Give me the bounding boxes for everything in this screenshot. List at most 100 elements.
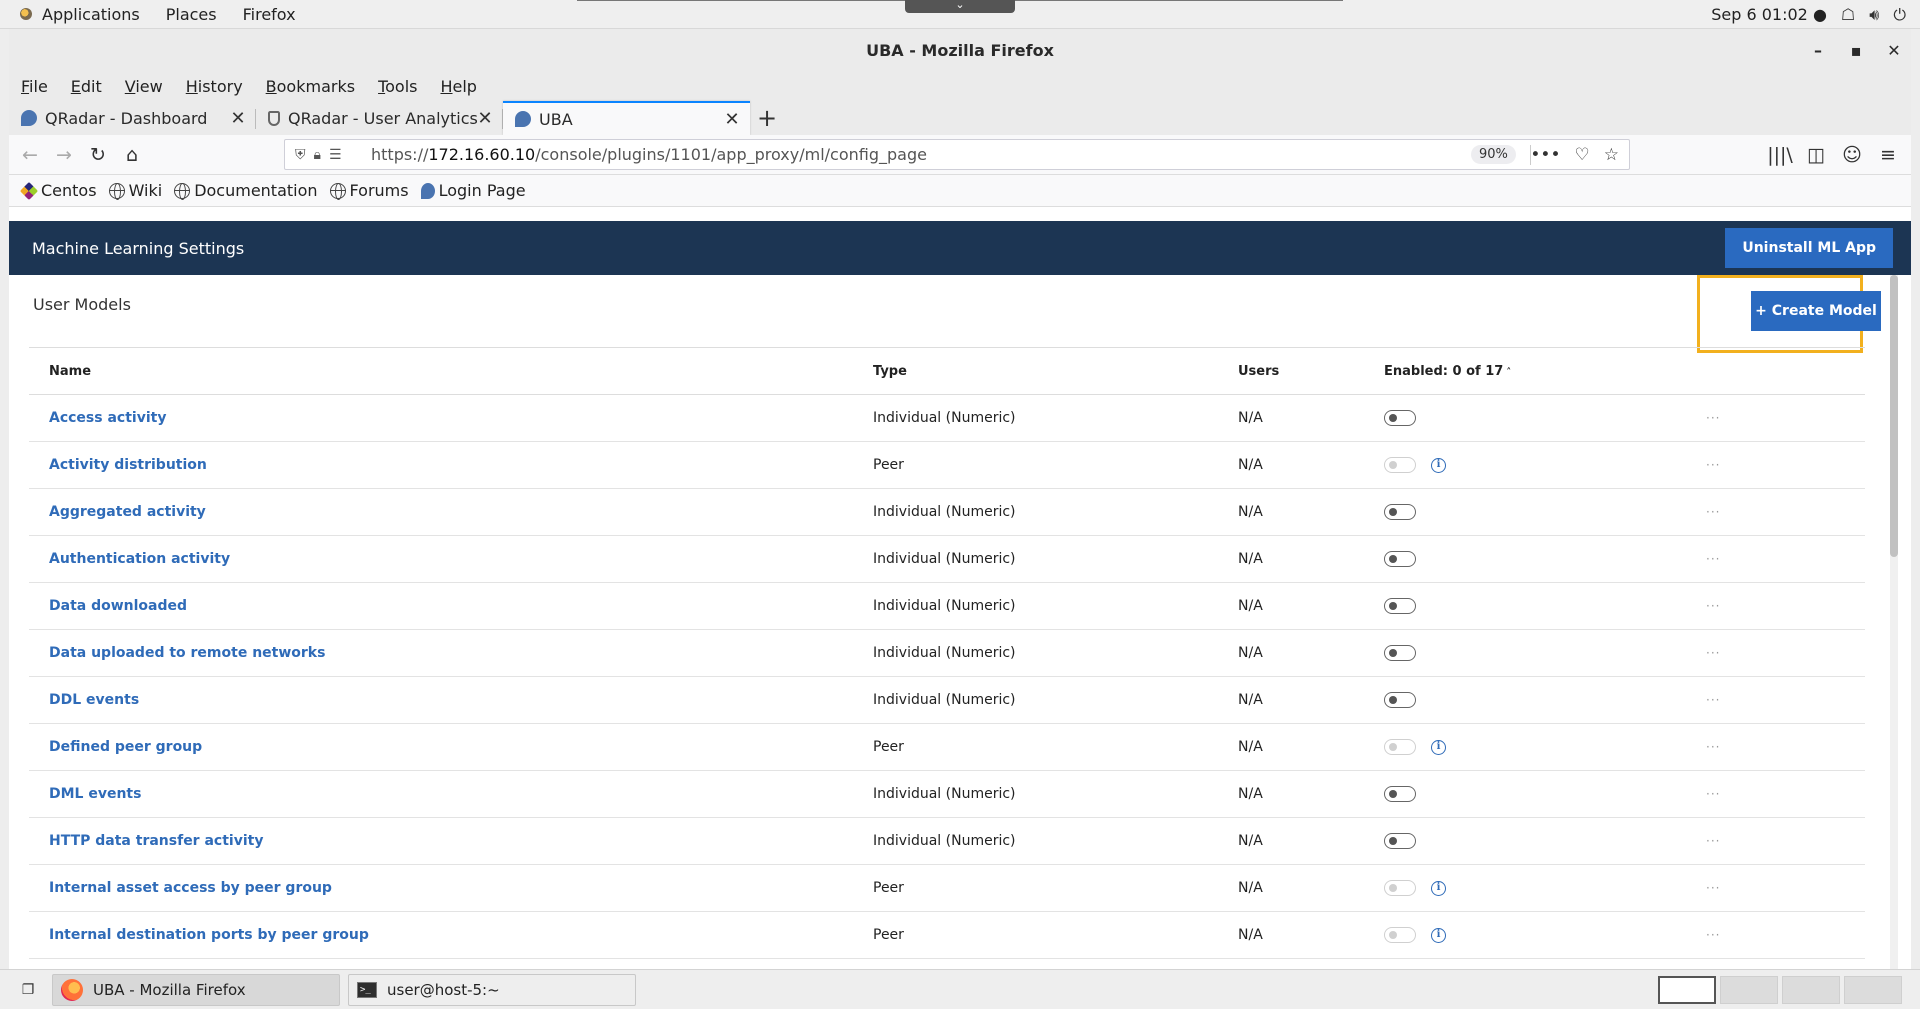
- top-handle[interactable]: ⌄: [905, 0, 1015, 13]
- model-name-link[interactable]: Access activity: [49, 410, 166, 426]
- new-tab-button[interactable]: +: [750, 101, 784, 135]
- tab-qradar-dashboard[interactable]: QRadar - Dashboard ✕: [9, 101, 256, 135]
- column-enabled[interactable]: Enabled: 0 of 17 ˄: [1384, 347, 1706, 395]
- row-overflow-menu[interactable]: ···: [1706, 394, 1865, 442]
- places-menu[interactable]: Places: [166, 5, 217, 24]
- bookmark-login-page[interactable]: Login Page: [420, 181, 526, 200]
- row-overflow-menu[interactable]: ···: [1706, 676, 1865, 724]
- row-overflow-menu[interactable]: ···: [1706, 629, 1865, 677]
- model-name-link[interactable]: Authentication activity: [49, 551, 230, 567]
- zoom-level[interactable]: 90%: [1471, 145, 1516, 164]
- model-name-link[interactable]: Data downloaded: [49, 598, 187, 614]
- close-icon[interactable]: ✕: [230, 108, 246, 129]
- tab-uba[interactable]: UBA ✕: [503, 101, 750, 135]
- forward-button[interactable]: →: [47, 138, 81, 172]
- page-scrollbar[interactable]: [1890, 275, 1898, 979]
- model-name-link[interactable]: Aggregated activity: [49, 504, 206, 520]
- library-icon[interactable]: |||\: [1763, 138, 1797, 172]
- model-name-link[interactable]: Activity distribution: [49, 457, 207, 473]
- column-type[interactable]: Type: [873, 347, 1238, 395]
- menu-bookmarks[interactable]: Bookmarks: [266, 77, 355, 96]
- close-icon[interactable]: ✕: [477, 108, 493, 129]
- tab-qradar-user-analytics[interactable]: QRadar - User Analytics ✕: [256, 101, 503, 135]
- column-name[interactable]: Name: [29, 347, 873, 395]
- model-name-link[interactable]: Internal destination ports by peer group: [49, 927, 369, 943]
- row-overflow-menu[interactable]: ···: [1706, 864, 1865, 912]
- applications-menu[interactable]: Applications: [42, 5, 140, 24]
- column-users[interactable]: Users: [1238, 347, 1384, 395]
- url-text[interactable]: https://172.16.60.10/console/plugins/110…: [371, 145, 927, 164]
- permissions-icon[interactable]: ☰: [329, 147, 342, 163]
- model-name-link[interactable]: Data uploaded to remote networks: [49, 645, 325, 661]
- row-overflow-menu[interactable]: ···: [1706, 535, 1865, 583]
- uninstall-ml-app-button[interactable]: Uninstall ML App: [1725, 228, 1893, 268]
- row-overflow-menu[interactable]: ···: [1706, 770, 1865, 818]
- workspace-4[interactable]: [1844, 976, 1902, 1004]
- pocket-icon[interactable]: ♡: [1575, 145, 1590, 165]
- bookmark-centos[interactable]: Centos: [19, 181, 97, 200]
- volume-icon[interactable]: 🔊︎: [1869, 5, 1879, 25]
- enable-toggle[interactable]: [1384, 786, 1416, 802]
- enabled-count: Enabled: 0 of 17: [1384, 363, 1504, 379]
- close-window-button[interactable]: ✕: [1887, 41, 1901, 60]
- model-name-link[interactable]: DDL events: [49, 692, 139, 708]
- enable-toggle: [1384, 880, 1416, 896]
- enable-toggle[interactable]: [1384, 410, 1416, 426]
- minimize-button[interactable]: –: [1811, 41, 1825, 60]
- account-icon[interactable]: ☺: [1835, 138, 1869, 172]
- model-name-link[interactable]: Internal asset access by peer group: [49, 880, 332, 896]
- enable-toggle[interactable]: [1384, 692, 1416, 708]
- bookmark-forums[interactable]: Forums: [329, 181, 409, 200]
- hamburger-menu-icon[interactable]: ≡: [1871, 138, 1905, 172]
- bookmark-documentation[interactable]: Documentation: [174, 181, 318, 200]
- menu-history[interactable]: History: [186, 77, 243, 96]
- workspace-1[interactable]: [1658, 976, 1716, 1004]
- workspace-3[interactable]: [1782, 976, 1840, 1004]
- menu-view[interactable]: View: [125, 77, 163, 96]
- model-name-link[interactable]: Defined peer group: [49, 739, 202, 755]
- enable-toggle[interactable]: [1384, 551, 1416, 567]
- enable-toggle[interactable]: [1384, 598, 1416, 614]
- maximize-button[interactable]: ▪: [1849, 41, 1863, 60]
- row-overflow-menu[interactable]: ···: [1706, 488, 1865, 536]
- menu-file[interactable]: File: [21, 77, 48, 96]
- workspace-2[interactable]: [1720, 976, 1778, 1004]
- menu-tools[interactable]: Tools: [378, 77, 417, 96]
- scrollbar-thumb[interactable]: [1890, 275, 1898, 557]
- info-icon[interactable]: i: [1431, 880, 1446, 896]
- row-overflow-menu[interactable]: ···: [1706, 582, 1865, 630]
- row-overflow-menu[interactable]: ···: [1706, 723, 1865, 771]
- model-name-link[interactable]: HTTP data transfer activity: [49, 833, 263, 849]
- insecure-lock-icon[interactable]: 🔒︎: [314, 147, 321, 163]
- row-overflow-menu[interactable]: ···: [1706, 441, 1865, 489]
- reload-button[interactable]: ↻: [81, 138, 115, 172]
- menu-edit[interactable]: Edit: [71, 77, 102, 96]
- page-actions-icon[interactable]: •••: [1530, 145, 1560, 165]
- enable-toggle[interactable]: [1384, 833, 1416, 849]
- create-model-button[interactable]: + Create Model: [1751, 291, 1881, 331]
- url-bar[interactable]: ⛨ 🔒︎ ☰ https://172.16.60.10/console/plug…: [284, 139, 1630, 170]
- firefox-menu[interactable]: Firefox: [243, 5, 296, 24]
- menu-help[interactable]: Help: [440, 77, 476, 96]
- enable-toggle[interactable]: [1384, 504, 1416, 520]
- enable-toggle[interactable]: [1384, 645, 1416, 661]
- taskbar-item-terminal[interactable]: >_ user@host-5:~: [348, 973, 636, 1006]
- power-icon[interactable]: ⏻: [1893, 5, 1906, 25]
- row-overflow-menu[interactable]: ···: [1706, 911, 1865, 959]
- tracking-shield-icon[interactable]: ⛨: [295, 147, 306, 163]
- info-icon[interactable]: i: [1431, 457, 1446, 473]
- row-overflow-menu[interactable]: ···: [1706, 817, 1865, 865]
- sidebar-icon[interactable]: ◫: [1799, 138, 1833, 172]
- clock[interactable]: Sep 6 01:02 ●: [1711, 5, 1827, 24]
- taskbar-item-firefox[interactable]: UBA - Mozilla Firefox: [52, 973, 340, 1006]
- bookmark-star-icon[interactable]: ☆: [1604, 145, 1619, 165]
- model-name-link[interactable]: DML events: [49, 786, 141, 802]
- show-desktop-icon[interactable]: ❐: [14, 976, 42, 1004]
- back-button[interactable]: ←: [13, 138, 47, 172]
- close-icon[interactable]: ✕: [724, 109, 740, 130]
- home-button[interactable]: ⌂: [115, 138, 149, 172]
- info-icon[interactable]: i: [1431, 739, 1446, 755]
- bookmark-wiki[interactable]: Wiki: [108, 181, 162, 200]
- network-icon[interactable]: ☖: [1841, 5, 1855, 24]
- info-icon[interactable]: i: [1431, 927, 1446, 943]
